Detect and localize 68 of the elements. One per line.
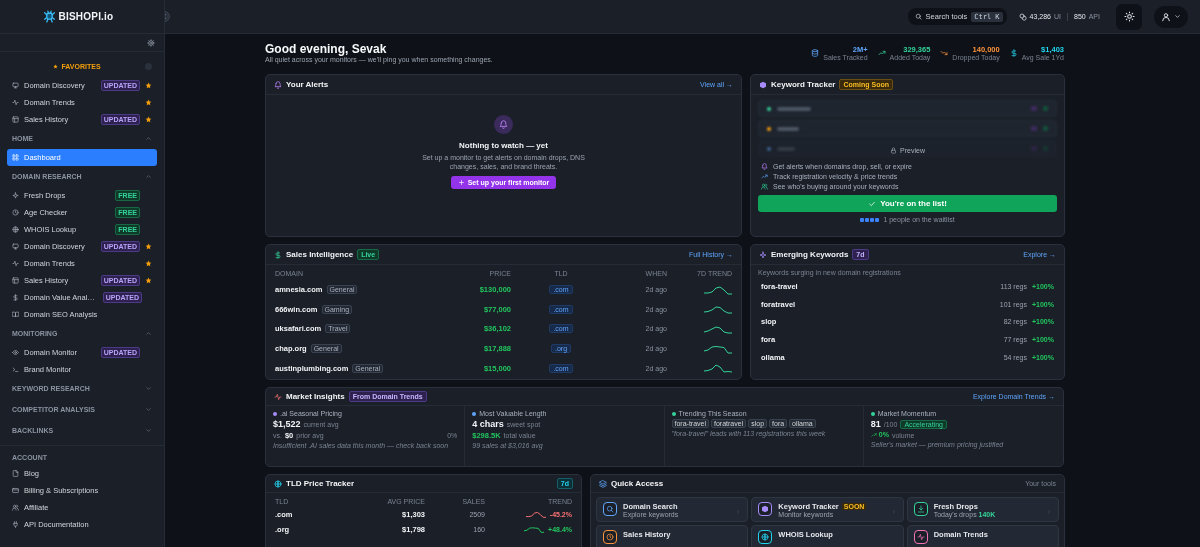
trend-sparkline	[524, 526, 545, 533]
sparkle-icon	[12, 192, 19, 199]
globe-icon	[274, 479, 282, 488]
eye-icon	[12, 349, 19, 356]
clock-icon	[12, 209, 19, 216]
greeting-title: Good evening, Sevak	[265, 42, 388, 56]
dollar-icon	[12, 294, 19, 301]
search-icon	[914, 13, 922, 20]
database-icon	[811, 49, 820, 57]
trend-up-icon	[870, 431, 877, 438]
chevron-down-icon	[1174, 13, 1181, 20]
table-icon	[12, 277, 19, 284]
star-icon	[53, 64, 59, 69]
trend-sparkline	[704, 343, 732, 354]
dollar-icon	[1009, 49, 1018, 57]
pulse-icon	[12, 99, 19, 106]
monitor-icon	[12, 243, 19, 250]
pulse-icon	[274, 392, 282, 401]
lock-icon	[890, 147, 898, 154]
insight-value: 4 chars	[472, 419, 504, 429]
brand-name: BISHOPI.io	[58, 11, 114, 22]
card-title: Keyword Tracker	[771, 80, 836, 89]
card-title: Sales Intelligence	[286, 250, 354, 259]
card-title: Emerging Keywords	[771, 250, 849, 259]
user-menu-button[interactable]	[1154, 5, 1188, 28]
users-icon	[12, 504, 19, 511]
user-icon	[1161, 11, 1171, 22]
bell-icon	[274, 80, 282, 89]
trend-up-icon	[761, 172, 768, 180]
grid-icon	[12, 154, 19, 161]
trend-sparkline	[704, 363, 732, 374]
bell-icon	[761, 162, 768, 170]
users-icon	[761, 182, 768, 190]
layers-icon	[599, 479, 607, 488]
logo-icon	[42, 10, 56, 23]
card-title: Market Insights	[286, 392, 345, 401]
theme-toggle-button[interactable]	[1116, 3, 1142, 30]
dollar-icon	[274, 250, 282, 259]
card-title: TLD Price Tracker	[286, 479, 355, 488]
table-icon	[12, 116, 19, 123]
book-icon	[12, 311, 19, 318]
check-icon	[868, 199, 877, 208]
empty-state-title: Nothing to watch — yet	[459, 141, 548, 150]
plug-icon	[12, 521, 19, 528]
bell-icon	[499, 120, 508, 129]
settings-icon	[147, 38, 155, 47]
card-title: Your Alerts	[286, 80, 329, 89]
sparkle-icon	[759, 250, 767, 259]
sun-icon	[1123, 11, 1135, 22]
trend-sparkline	[525, 511, 546, 518]
trend-sparkline	[704, 324, 732, 334]
trend-sparkline	[704, 304, 732, 315]
monitor-icon	[12, 82, 19, 89]
card-icon	[12, 487, 19, 494]
trend-down-icon	[940, 49, 949, 57]
hexagon-icon	[759, 80, 767, 89]
globe-icon	[12, 226, 19, 233]
coins-icon	[1018, 12, 1027, 21]
plus-icon	[457, 179, 465, 186]
pulse-icon	[12, 260, 19, 267]
insight-value: $1,522	[273, 419, 301, 429]
card-title: Quick Access	[611, 479, 664, 488]
trend-up-icon	[877, 49, 886, 57]
terminal-icon	[12, 366, 19, 373]
avatar-stack	[860, 217, 880, 222]
trend-sparkline	[704, 284, 732, 295]
insight-value: 81	[870, 419, 881, 429]
file-icon	[12, 470, 19, 477]
